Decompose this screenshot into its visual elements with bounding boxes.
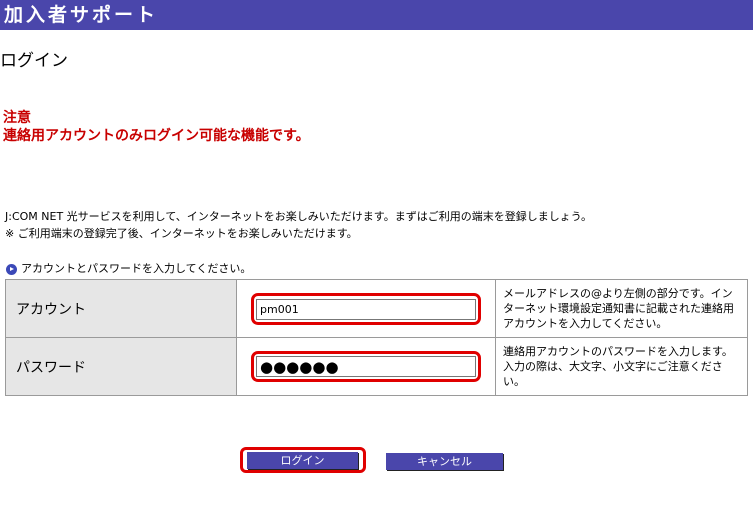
instruction-text: アカウントとパスワードを入力してください。: [21, 262, 252, 275]
password-help: 連絡用アカウントのパスワードを入力します。入力の際は、大文字、小文字にご注意くだ…: [495, 337, 748, 396]
notice-message: 連絡用アカウントのみログイン可能な機能です。: [3, 128, 310, 144]
notice-heading: 注意: [3, 110, 31, 126]
account-field-cell: [236, 279, 496, 338]
arrow-right-icon: [6, 263, 17, 275]
account-help: メールアドレスの@より左側の部分です。インターネット環境設定通知書に記載された連…: [495, 279, 748, 338]
intro-text: J:COM NET 光サービスを利用して、インターネットをお楽しみいただけます。…: [5, 208, 592, 242]
login-form-table: アカウント メールアドレスの@より左側の部分です。インターネット環境設定通知書に…: [5, 279, 748, 396]
login-button[interactable]: ログイン: [247, 452, 358, 469]
notice: 注意 連絡用アカウントのみログイン可能な機能です。: [3, 109, 310, 145]
header-title: 加入者サポート: [4, 4, 159, 26]
password-label: パスワード: [5, 337, 237, 396]
page-title: ログイン: [0, 51, 68, 71]
account-row: アカウント メールアドレスの@より左側の部分です。インターネット環境設定通知書に…: [5, 279, 748, 338]
password-field-cell: [236, 337, 496, 396]
password-highlight: [251, 351, 481, 382]
account-label: アカウント: [5, 279, 237, 338]
cancel-button[interactable]: キャンセル: [386, 453, 503, 470]
password-input[interactable]: [256, 356, 476, 377]
account-input[interactable]: [256, 298, 476, 320]
intro-line-2: ※ ご利用端末の登録完了後、インターネットをお楽しみいただけます。: [5, 227, 358, 240]
account-highlight: [251, 292, 481, 325]
instruction: アカウントとパスワードを入力してください。: [6, 262, 251, 276]
intro-line-1: J:COM NET 光サービスを利用して、インターネットをお楽しみいただけます。…: [5, 210, 593, 223]
page-header: 加入者サポート: [0, 0, 753, 30]
password-row: パスワード 連絡用アカウントのパスワードを入力します。入力の際は、大文字、小文字…: [5, 337, 748, 396]
